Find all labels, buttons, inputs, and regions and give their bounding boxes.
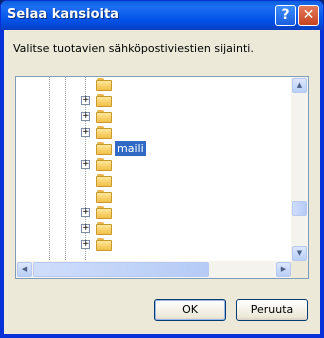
tree-row[interactable]: + [16,221,292,237]
tree-row[interactable] [16,173,292,189]
scroll-down-icon[interactable]: ▼ [292,246,307,261]
folder-tree[interactable]: + + + maili + + + + ▲ ▼ ◀ ▶ [15,76,309,279]
expand-icon[interactable]: + [81,240,90,249]
tree-row[interactable] [16,189,292,205]
tree-row[interactable]: + [16,157,292,173]
help-icon[interactable]: ? [275,5,296,26]
tree-row[interactable] [16,77,292,93]
folder-icon [96,174,112,187]
tree-row[interactable]: + [16,237,292,253]
scroll-corner [291,261,308,278]
folder-icon [96,94,112,107]
tree-row[interactable]: + [16,125,292,141]
folder-icon [96,110,112,123]
cancel-button[interactable]: Peruuta [236,299,308,321]
folder-icon [96,222,112,235]
tree-row[interactable]: + [16,109,292,125]
close-icon[interactable]: ✕ [298,5,319,26]
browse-folder-dialog: Selaa kansioita ? ✕ Valitse tuotavien sä… [0,0,324,338]
window-title: Selaa kansioita [7,7,119,22]
folder-icon [96,206,112,219]
ok-button[interactable]: OK [154,299,226,321]
scroll-left-icon[interactable]: ◀ [17,262,32,277]
expand-icon[interactable]: + [81,112,90,121]
folder-icon [96,238,112,251]
horizontal-scrollbar[interactable]: ◀ ▶ [16,261,292,278]
expand-icon[interactable]: + [81,224,90,233]
scroll-right-icon[interactable]: ▶ [276,262,291,277]
folder-icon [96,158,112,171]
tree-row[interactable]: + [16,93,292,109]
vertical-scroll-thumb[interactable] [292,201,307,216]
expand-icon[interactable]: + [81,96,90,105]
horizontal-scroll-thumb[interactable] [33,262,209,277]
tree-item-label[interactable]: maili [114,140,147,157]
expand-icon[interactable]: + [81,208,90,217]
expand-icon[interactable]: + [81,128,90,137]
folder-icon [96,190,112,203]
vertical-scrollbar[interactable]: ▲ ▼ [291,77,308,262]
scroll-up-icon[interactable]: ▲ [292,78,307,93]
tree-row-selected[interactable]: maili [16,140,292,157]
expand-icon[interactable]: + [81,160,90,169]
folder-icon [96,126,112,139]
folder-icon [96,78,112,91]
folder-open-icon [96,142,112,155]
title-bar[interactable]: Selaa kansioita ? ✕ [1,1,323,30]
instruction-text: Valitse tuotavien sähköpostiviestien sij… [13,42,254,55]
tree-row[interactable]: + [16,205,292,221]
